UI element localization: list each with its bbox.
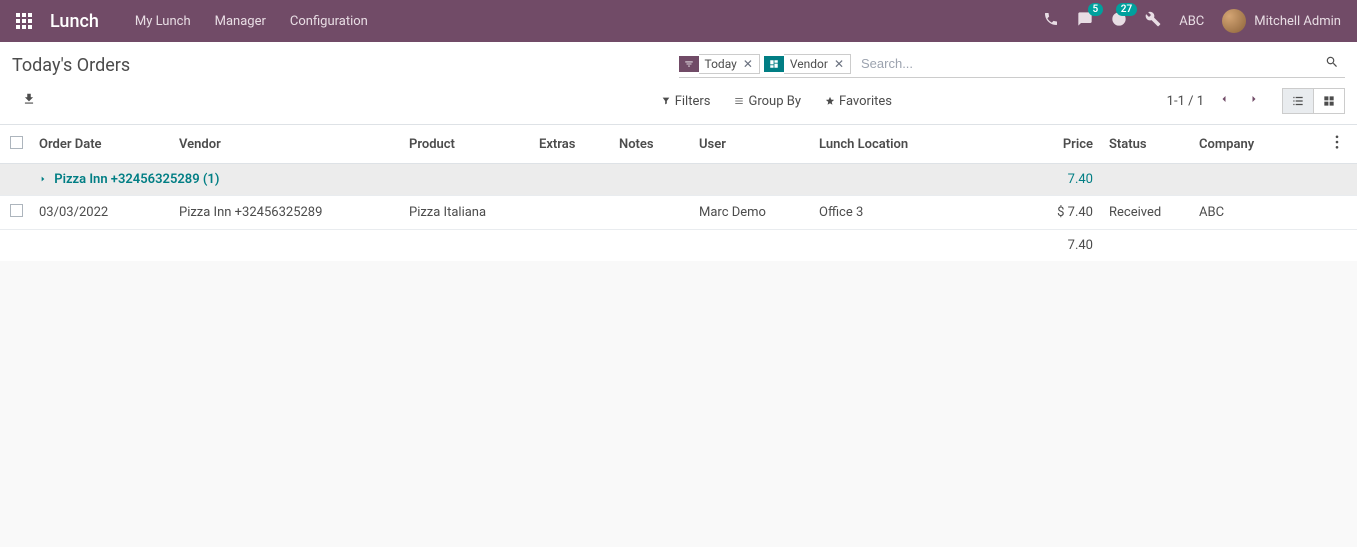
nav-configuration[interactable]: Configuration	[290, 14, 368, 29]
col-status[interactable]: Status	[1101, 125, 1191, 164]
table-footer-row: 7.40	[0, 230, 1357, 262]
filter-facet: Today ✕	[679, 54, 760, 74]
cell-status: Received	[1101, 196, 1191, 230]
view-switcher	[1282, 88, 1345, 114]
group-caret-icon	[39, 172, 47, 187]
user-menu[interactable]: Mitchell Admin	[1222, 9, 1341, 33]
debug-icon[interactable]	[1145, 11, 1161, 31]
total-price: 7.40	[1011, 230, 1101, 262]
col-product[interactable]: Product	[401, 125, 531, 164]
nav-menu: My Lunch Manager Configuration	[135, 14, 368, 29]
search-icon[interactable]	[1319, 55, 1345, 73]
col-location[interactable]: Lunch Location	[811, 125, 1011, 164]
pager-prev[interactable]	[1214, 93, 1234, 109]
group-facet-label: Vendor	[790, 57, 828, 71]
select-all-checkbox[interactable]	[10, 136, 23, 149]
control-panel: Today's Orders Today ✕ Vendor ✕	[0, 42, 1357, 125]
export-icon[interactable]	[22, 92, 36, 110]
search-options: Filters Group By Favorites	[311, 94, 892, 109]
phone-icon[interactable]	[1043, 11, 1059, 31]
row-checkbox[interactable]	[10, 204, 23, 217]
list-view-button[interactable]	[1283, 89, 1314, 113]
col-company[interactable]: Company	[1191, 125, 1327, 164]
group-label: Pizza Inn +32456325289 (1)	[54, 172, 219, 187]
apps-icon[interactable]	[16, 13, 32, 29]
group-icon	[764, 56, 784, 72]
favorites-button[interactable]: Favorites	[825, 94, 892, 109]
orders-table: Order Date Vendor Product Extras Notes U…	[0, 125, 1357, 261]
filters-button[interactable]: Filters	[661, 94, 711, 109]
navbar-right: 5 27 ABC Mitchell Admin	[1043, 9, 1341, 33]
company-selector[interactable]: ABC	[1179, 14, 1204, 29]
filter-facet-label: Today	[705, 57, 737, 71]
app-name[interactable]: Lunch	[50, 11, 99, 32]
cell-company: ABC	[1191, 196, 1327, 230]
activities-badge: 27	[1116, 3, 1137, 16]
cell-vendor: Pizza Inn +32456325289	[171, 196, 401, 230]
table-header-row: Order Date Vendor Product Extras Notes U…	[0, 125, 1357, 164]
col-user[interactable]: User	[691, 125, 811, 164]
columns-menu-icon[interactable]	[1335, 138, 1339, 153]
activities-icon[interactable]: 27	[1111, 11, 1127, 31]
cell-product: Pizza Italiana	[401, 196, 531, 230]
page-title: Today's Orders	[12, 55, 130, 76]
group-by-button[interactable]: Group By	[734, 94, 801, 109]
nav-my-lunch[interactable]: My Lunch	[135, 14, 191, 29]
cell-location: Office 3	[811, 196, 1011, 230]
table-row[interactable]: 03/03/2022 Pizza Inn +32456325289 Pizza …	[0, 196, 1357, 230]
group-facet-remove[interactable]: ✕	[834, 57, 844, 71]
col-order-date[interactable]: Order Date	[31, 125, 171, 164]
nav-manager[interactable]: Manager	[215, 14, 266, 29]
pager-range: 1-1 / 1	[1167, 94, 1204, 109]
cell-order-date: 03/03/2022	[31, 196, 171, 230]
col-vendor[interactable]: Vendor	[171, 125, 401, 164]
group-price: 7.40	[1011, 164, 1101, 196]
cell-user: Marc Demo	[691, 196, 811, 230]
navbar-left: Lunch My Lunch Manager Configuration	[16, 11, 368, 32]
filter-icon	[679, 56, 699, 72]
search-bar: Today ✕ Vendor ✕	[679, 52, 1346, 78]
group-facet: Vendor ✕	[764, 54, 851, 74]
cell-extras	[531, 196, 611, 230]
group-row[interactable]: Pizza Inn +32456325289 (1) 7.40	[0, 164, 1357, 196]
pager-next[interactable]	[1244, 93, 1264, 109]
col-price[interactable]: Price	[1011, 125, 1101, 164]
kanban-view-button[interactable]	[1314, 89, 1344, 113]
col-extras[interactable]: Extras	[531, 125, 611, 164]
navbar: Lunch My Lunch Manager Configuration 5 2…	[0, 0, 1357, 42]
pager: 1-1 / 1	[1167, 93, 1264, 109]
messages-badge: 5	[1088, 3, 1104, 16]
filter-facet-remove[interactable]: ✕	[743, 57, 753, 71]
avatar	[1222, 9, 1246, 33]
user-name: Mitchell Admin	[1254, 14, 1341, 29]
col-notes[interactable]: Notes	[611, 125, 691, 164]
cell-notes	[611, 196, 691, 230]
cell-price: $ 7.40	[1011, 196, 1101, 230]
messages-icon[interactable]: 5	[1077, 11, 1093, 31]
search-input[interactable]	[855, 52, 1319, 75]
